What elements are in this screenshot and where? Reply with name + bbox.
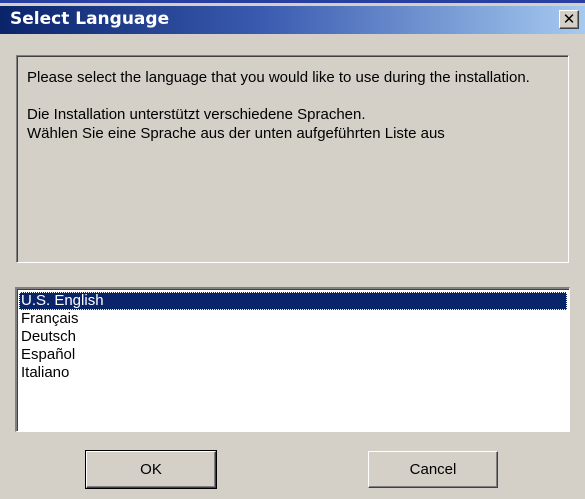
instruction-english: Please select the language that you woul… bbox=[27, 69, 530, 86]
close-button[interactable]: ✕ bbox=[559, 10, 579, 29]
ok-button-label: OK bbox=[140, 461, 162, 478]
language-item-us-english[interactable]: U.S. English bbox=[19, 292, 567, 310]
instruction-german-line2: Wählen Sie eine Sprache aus der unten au… bbox=[27, 125, 445, 142]
title-bar[interactable]: Select Language ✕ bbox=[0, 6, 585, 34]
ok-button[interactable]: OK bbox=[85, 450, 217, 489]
cancel-button[interactable]: Cancel bbox=[368, 451, 498, 488]
language-item-espanol[interactable]: Español bbox=[19, 346, 567, 364]
select-language-dialog: Select Language ✕ Please select the lang… bbox=[0, 0, 585, 499]
language-item-italiano[interactable]: Italiano bbox=[19, 364, 567, 382]
cancel-button-label: Cancel bbox=[409, 461, 457, 478]
instruction-german-line1: Die Installation unterstützt verschieden… bbox=[27, 106, 366, 123]
language-item-francais[interactable]: Français bbox=[19, 310, 567, 328]
message-panel: Please select the language that you woul… bbox=[16, 55, 569, 263]
language-listbox[interactable]: U.S. English Français Deutsch Español It… bbox=[15, 287, 570, 432]
dialog-title: Select Language bbox=[10, 9, 170, 29]
close-icon: ✕ bbox=[562, 10, 576, 28]
language-item-deutsch[interactable]: Deutsch bbox=[19, 328, 567, 346]
